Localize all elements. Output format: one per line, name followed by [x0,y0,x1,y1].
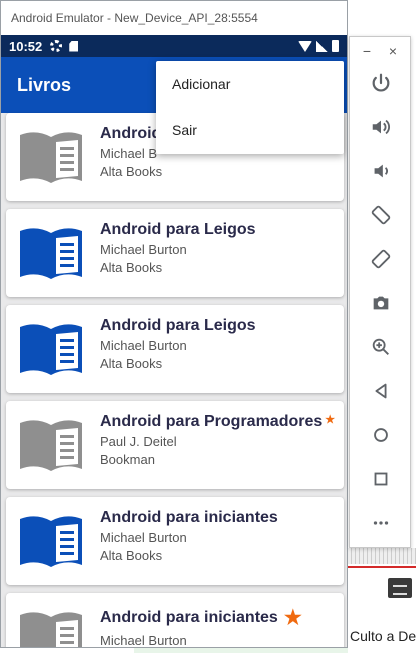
book-title-text: Android para Leigos [100,221,256,238]
book-info: Android para Programadores ★ Paul J. Deite… [100,413,338,467]
book-card[interactable]: Android para iniciantes★Michael BurtonAl… [6,593,344,648]
more-icon[interactable] [350,501,412,545]
book-title-text: Android para Programadores [100,413,323,430]
book-card[interactable]: Android para Programadores ★ Paul J. Deite… [6,401,344,489]
wifi-icon [298,40,312,52]
book-title-text: Android para iniciantes [100,509,278,526]
close-button[interactable]: × [389,43,397,61]
app-title: Livros [17,74,72,95]
battery-icon [332,40,339,52]
book-title-text: Android [100,125,162,142]
background-strip [348,548,416,564]
book-author: Michael Burton [100,338,187,353]
book-info: Android para Leigos Michael Burton Alta Bo… [100,221,338,275]
overflow-menu: Adicionar Sair [156,61,344,154]
book-publisher: Alta Books [100,260,163,275]
menu-item-sair[interactable]: Sair [156,107,344,153]
emulator-window: Android Emulator - New_Device_API_28:555… [0,0,348,648]
star-icon[interactable]: ★ [325,413,335,426]
overview-icon[interactable] [350,457,412,501]
star-icon[interactable]: ★ [284,605,302,630]
book-icon [20,132,82,183]
book-publisher: Alta Books [100,356,163,371]
book-author: Michael Burton [100,633,187,648]
minimize-button[interactable]: − [363,43,371,61]
book-icon [20,228,82,279]
background-red-line [348,566,416,568]
book-info: Android para Leigos Michael Burton Alta Bo… [100,317,338,371]
book-publisher: Alta Books [100,548,163,563]
book-author: Michael Burton [100,242,187,257]
rotate-left-icon[interactable] [350,193,412,237]
emulator-toolbar: − × [349,36,411,548]
book-info: Android para iniciantes Michael Burton Alt… [100,509,338,563]
keyboard-icon [388,578,412,598]
book-card[interactable]: Android para Leigos Michael Burton Alta Bo… [6,305,344,393]
volume-up-icon[interactable] [350,105,412,149]
book-title: Android para iniciantes ★ [100,605,338,630]
desktop: Culto a Deu Android Emulator - New_Devic… [0,0,416,653]
background-text: Culto a Deu [350,628,416,644]
settings-icon [50,40,63,52]
back-icon[interactable] [350,369,412,413]
book-icon [20,612,82,647]
book-info: Android para iniciantes★Michael BurtonAl… [100,605,338,648]
book-title: Android para iniciantes [100,509,338,527]
window-title: Android Emulator - New_Device_API_28:555… [1,1,347,35]
home-icon[interactable] [350,413,412,457]
book-card[interactable]: Android para iniciantes Michael Burton Alt… [6,497,344,585]
power-icon[interactable] [350,61,412,105]
book-title-text: Android para Leigos [100,317,256,334]
book-icon [20,420,82,471]
book-title: Android para Leigos [100,317,338,335]
volume-down-icon[interactable] [350,149,412,193]
status-time: 10:52 [9,38,43,54]
book-icon [20,324,82,375]
zoom-icon[interactable] [350,325,412,369]
device-screen[interactable]: 10:52 Livros Android Michael B Alta Books A… [1,35,347,648]
book-author: Paul J. Deitel [100,434,177,449]
book-author: Michael Burton [100,530,187,545]
book-title-text: Android para iniciantes [100,608,278,626]
book-title: Android para Programadores ★ [100,413,338,431]
book-publisher: Bookman [100,452,155,467]
book-title: Android para Leigos [100,221,338,239]
book-publisher: Alta Books [100,164,163,179]
camera-icon[interactable] [350,281,412,325]
status-bar: 10:52 [1,35,347,57]
book-icon [20,516,82,567]
menu-item-adicionar[interactable]: Adicionar [156,61,344,107]
sd-card-icon [69,40,79,52]
book-card[interactable]: Android para Leigos Michael Burton Alta Bo… [6,209,344,297]
signal-icon [316,40,328,52]
rotate-right-icon[interactable] [350,237,412,281]
